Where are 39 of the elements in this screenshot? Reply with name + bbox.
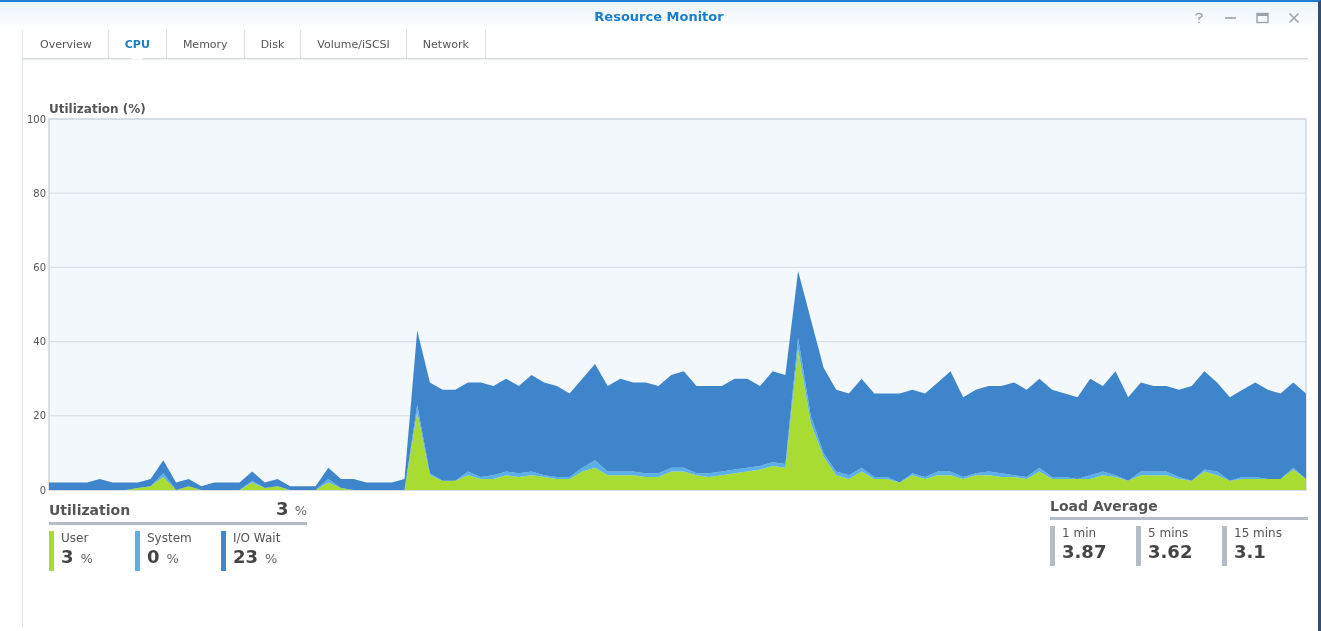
tab[interactable]: CPU <box>108 30 167 58</box>
stat-value: 3.62 <box>1148 540 1193 564</box>
unit-label: % <box>166 551 179 566</box>
stat-value: 23 <box>233 545 259 569</box>
stat-bar <box>1136 526 1141 566</box>
unit-label: % <box>80 551 93 566</box>
window-title: Resource Monitor <box>594 8 724 24</box>
tab[interactable]: Network <box>406 30 486 58</box>
stat-label: 1 min <box>1062 526 1098 540</box>
tab[interactable]: Memory <box>166 30 245 58</box>
stat-value: 3 <box>61 545 74 569</box>
utilization-value: 3 <box>276 498 289 519</box>
y-tick-label: 40 <box>33 336 46 348</box>
y-tick-label: 60 <box>33 261 46 273</box>
y-tick-label: 0 <box>39 484 46 495</box>
y-tick-label: 100 <box>26 115 46 125</box>
unit-label: % <box>265 551 278 566</box>
chart-title: Utilization (%) <box>49 103 147 115</box>
tab[interactable]: Disk <box>244 30 302 58</box>
section-title: Load Average <box>1050 498 1158 514</box>
tab[interactable]: Volume/iSCSI <box>301 30 407 58</box>
tab[interactable]: Overview <box>23 30 109 58</box>
maximize-icon[interactable] <box>1256 12 1269 24</box>
y-tick-label: 80 <box>33 187 46 199</box>
stat-bar <box>1222 526 1227 566</box>
stat-value: 3.87 <box>1062 540 1107 564</box>
stat-label: 5 mins <box>1148 526 1190 540</box>
close-icon[interactable] <box>1288 12 1300 24</box>
stat-value: 3.1 <box>1234 540 1267 564</box>
section-title: Utilization <box>49 502 131 518</box>
y-tick-label: 20 <box>33 410 46 422</box>
legend-label: System <box>147 531 192 545</box>
stat-label: 15 mins <box>1234 526 1282 540</box>
stat-bar <box>1050 526 1055 566</box>
unit-label: % <box>294 503 307 518</box>
legend-label: I/O Wait <box>233 531 281 545</box>
help-icon[interactable] <box>1193 12 1205 24</box>
legend-label: User <box>61 531 90 545</box>
stat-value: 0 <box>147 545 160 569</box>
